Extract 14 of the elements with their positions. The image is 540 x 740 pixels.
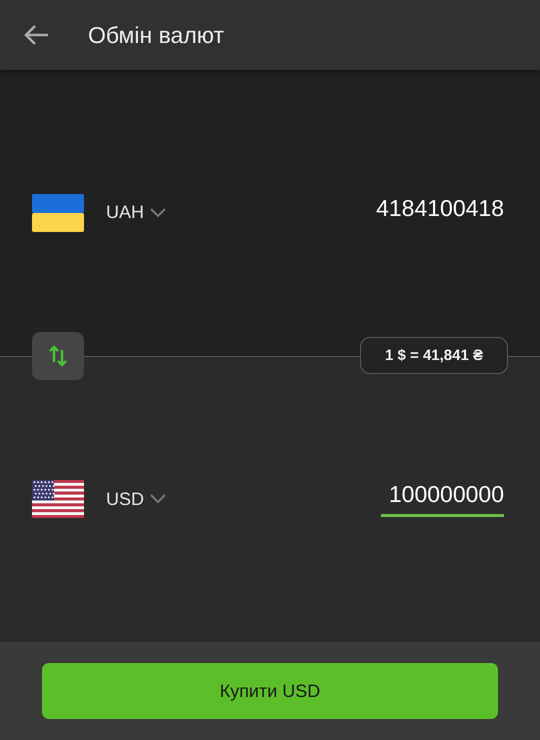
buy-button[interactable]: Купити USD: [42, 663, 498, 719]
amount-text: 4184100418: [376, 194, 504, 223]
chevron-down-icon: [150, 494, 166, 504]
currency-dropdown[interactable]: USD: [106, 488, 166, 510]
exchange-rate: 1 $ = 41,841 ₴: [360, 337, 508, 374]
currency-dropdown[interactable]: UAH: [106, 202, 166, 224]
amount-field[interactable]: 100000000: [381, 481, 504, 518]
chevron-down-icon: [150, 208, 166, 218]
flag-icon: [32, 194, 84, 232]
page-title: Обмін валют: [88, 22, 224, 48]
back-arrow-icon: [24, 24, 50, 46]
swap-button[interactable]: [32, 332, 84, 380]
flag-icon: [32, 480, 84, 518]
swap-arrows-icon: [48, 344, 68, 368]
